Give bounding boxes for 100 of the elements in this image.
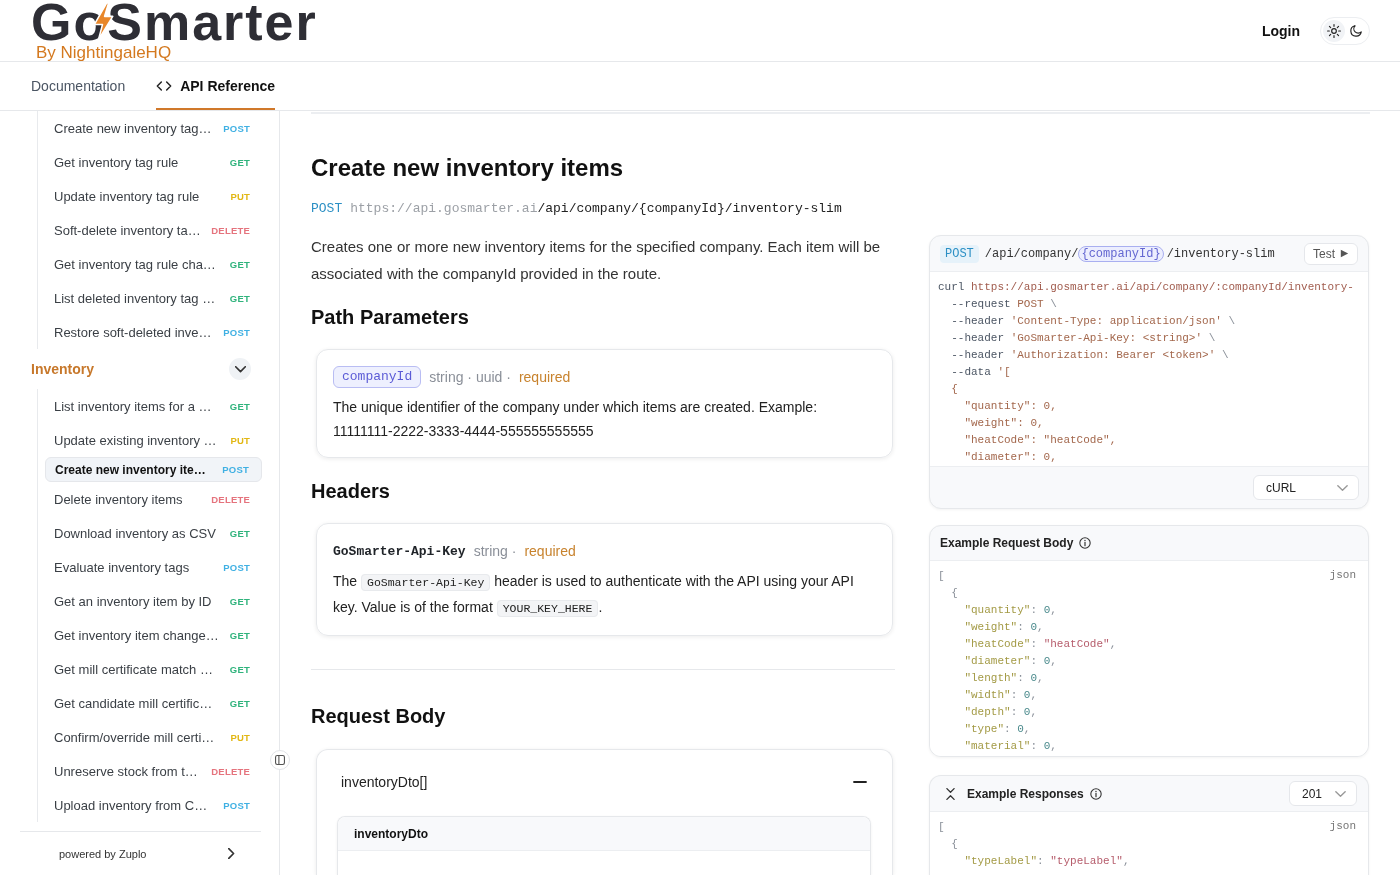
http-method-label: POST [223, 326, 250, 338]
nav-tab[interactable]: API Reference [156, 62, 276, 110]
parameter-type: string · [473, 543, 517, 559]
http-method-label: GET [229, 595, 250, 607]
code-line: --header 'Content-Type: application/json' \ [951, 315, 1236, 327]
info-icon[interactable] [1079, 537, 1092, 549]
sidebar-item[interactable]: Get candidate mill certific… GET [45, 686, 262, 720]
http-method-label: GET [229, 527, 250, 539]
code-line: "weight": 0, [964, 417, 1044, 429]
http-method-label: GET [229, 663, 250, 675]
path-parameter-chip: {companyId} [1078, 245, 1164, 262]
sidebar-item[interactable]: Update inventory tag rule PUT [45, 179, 262, 213]
sidebar-item[interactable]: Get an inventory item by ID GET [45, 584, 262, 618]
http-method-label: GET [229, 629, 250, 641]
code-line: "diameter": 0, [964, 451, 1057, 463]
code-line: "quantity": 0, [964, 604, 1057, 616]
code-line: "diameter": 0, [964, 655, 1057, 667]
code-line: { [951, 838, 958, 850]
info-icon[interactable] [1089, 787, 1102, 800]
code-line: "quantity": 0, [964, 400, 1057, 412]
sidebar-item[interactable]: Unreserve stock from t… DELETE [45, 754, 262, 788]
login-button[interactable]: Login [1261, 19, 1300, 43]
code-line: [ [938, 570, 945, 582]
endpoint-description: Creates one or more new inventory items for the specified company. Each item will be associated with the companyId provided in the route. [311, 237, 882, 284]
code-line: "material": 0, [964, 740, 1057, 752]
path-text: /api/company/ [984, 246, 1079, 261]
chevron-down-icon [1335, 790, 1346, 797]
section-heading: Headers [311, 479, 391, 504]
sidebar-item[interactable]: Get inventory tag rule GET [45, 145, 262, 179]
endpoint-url: https://api.gosmarter.ai/api/company/{companyId}/inventory-slim [350, 200, 842, 218]
logo-tagline: By NightingaleHQ [36, 44, 173, 62]
http-method-label: PUT [230, 434, 250, 446]
schema-type-label: inventoryDto[] [341, 774, 428, 790]
sidebar-item[interactable]: Restore soft-deleted inve… POST [45, 315, 262, 349]
panel-title: Example Responses [967, 786, 1084, 801]
code-line: "typeLabel": "typeLabel", [964, 855, 1130, 867]
sidebar-item[interactable]: Delete inventory items DELETE [45, 482, 262, 516]
chevron-down-icon [1337, 484, 1348, 491]
code-line: { [951, 587, 958, 599]
sun-icon [1327, 24, 1341, 38]
sidebar-item[interactable]: Confirm/override mill certi… PUT [45, 720, 262, 754]
code-line: "length": 0, [964, 672, 1044, 684]
http-method-label: GET [229, 292, 250, 304]
code-line: "type": 0, [964, 723, 1031, 735]
sidebar-item[interactable]: Update existing inventory … PUT [45, 423, 262, 457]
panel-title: Example Request Body [940, 536, 1074, 550]
section-toggle-button[interactable] [229, 358, 251, 380]
http-method-label: GET [229, 258, 250, 270]
parameter-type: string · uuid · [429, 369, 511, 385]
code-line: "heatCode": "heatCode", [964, 434, 1117, 446]
logo-wordmark[interactable]: GoSmarter [31, 0, 318, 44]
sidebar-item[interactable]: Create new inventory tag… POST [45, 111, 262, 145]
sidebar-item[interactable]: Upload inventory from C… POST [45, 788, 262, 822]
path-text: /inventory-slim [1166, 246, 1275, 261]
nav-tab[interactable]: Documentation [31, 62, 126, 110]
language-select[interactable]: cURL [1253, 475, 1359, 500]
sidebar-item[interactable]: Soft-delete inventory ta… DELETE [45, 213, 262, 247]
light-mode-button[interactable] [1323, 20, 1345, 42]
section-heading: Request Body [311, 704, 447, 729]
parameter-description: The unique identifier of the company under which items are created. Example: 11111111-2222-3333-4444-555555555555 [333, 398, 819, 441]
http-method-label: POST [223, 122, 250, 134]
sidebar-item[interactable]: Create new inventory ite… POST [45, 457, 262, 482]
play-icon [1340, 249, 1349, 258]
sidebar-icon [275, 755, 285, 765]
sidebar-item[interactable]: List deleted inventory tag … GET [45, 281, 262, 315]
http-method-label: POST [222, 464, 249, 475]
test-button[interactable]: Test [1304, 242, 1358, 265]
http-method-label: POST [311, 200, 343, 218]
code-line: "weight": 0, [964, 621, 1044, 633]
http-method-label: DELETE [211, 224, 250, 236]
required-label: required [524, 543, 576, 559]
parameter-name-chip: companyId [333, 366, 422, 388]
code-line: [ [938, 821, 945, 833]
http-method-label: PUT [230, 731, 250, 743]
sidebar-item[interactable]: Evaluate inventory tags POST [45, 550, 262, 584]
http-method-label: PUT [230, 190, 250, 202]
http-method-label: GET [229, 697, 250, 709]
header-name: GoSmarter-Api-Key [333, 543, 466, 559]
code-line: "heatCode": "heatCode", [964, 638, 1117, 650]
chevron-right-icon [228, 848, 235, 859]
code-line: --header 'GoSmarter-Api-Key: <string>' \ [951, 332, 1216, 344]
sidebar-item[interactable]: Get inventory item change… GET [45, 618, 262, 652]
chevrons-collapse-icon[interactable] [946, 787, 955, 800]
sidebar-item[interactable]: List inventory items for a … GET [45, 389, 262, 423]
powered-by-link[interactable]: powered by Zuplo [20, 831, 261, 875]
sidebar-item[interactable]: Get mill certificate match … GET [45, 652, 262, 686]
http-method-label: POST [223, 799, 250, 811]
lightning-bolt-icon [93, 3, 114, 40]
section-heading: Path Parameters [311, 305, 470, 330]
code-language-label: json [1329, 819, 1356, 834]
sidebar-item[interactable]: Get inventory tag rule cha… GET [45, 247, 262, 281]
code-line: "width": 0, [964, 689, 1038, 701]
chevron-down-icon [234, 365, 246, 373]
http-method-label: GET [229, 156, 250, 168]
sidebar-item[interactable]: Download inventory as CSV GET [45, 516, 262, 550]
code-line: --data '[ [951, 366, 1011, 378]
sidebar-toggle-button[interactable] [270, 750, 290, 770]
status-code-select[interactable]: 201 [1289, 781, 1357, 806]
code-line: curl https://api.gosmarter.ai/api/company/:companyId/inventory- [938, 281, 1354, 293]
parameter-description: The GoSmarter-Api-Key header is used to authenticate with the API using your API key. Value is of the format YOUR_KEY_HERE . [333, 572, 855, 619]
